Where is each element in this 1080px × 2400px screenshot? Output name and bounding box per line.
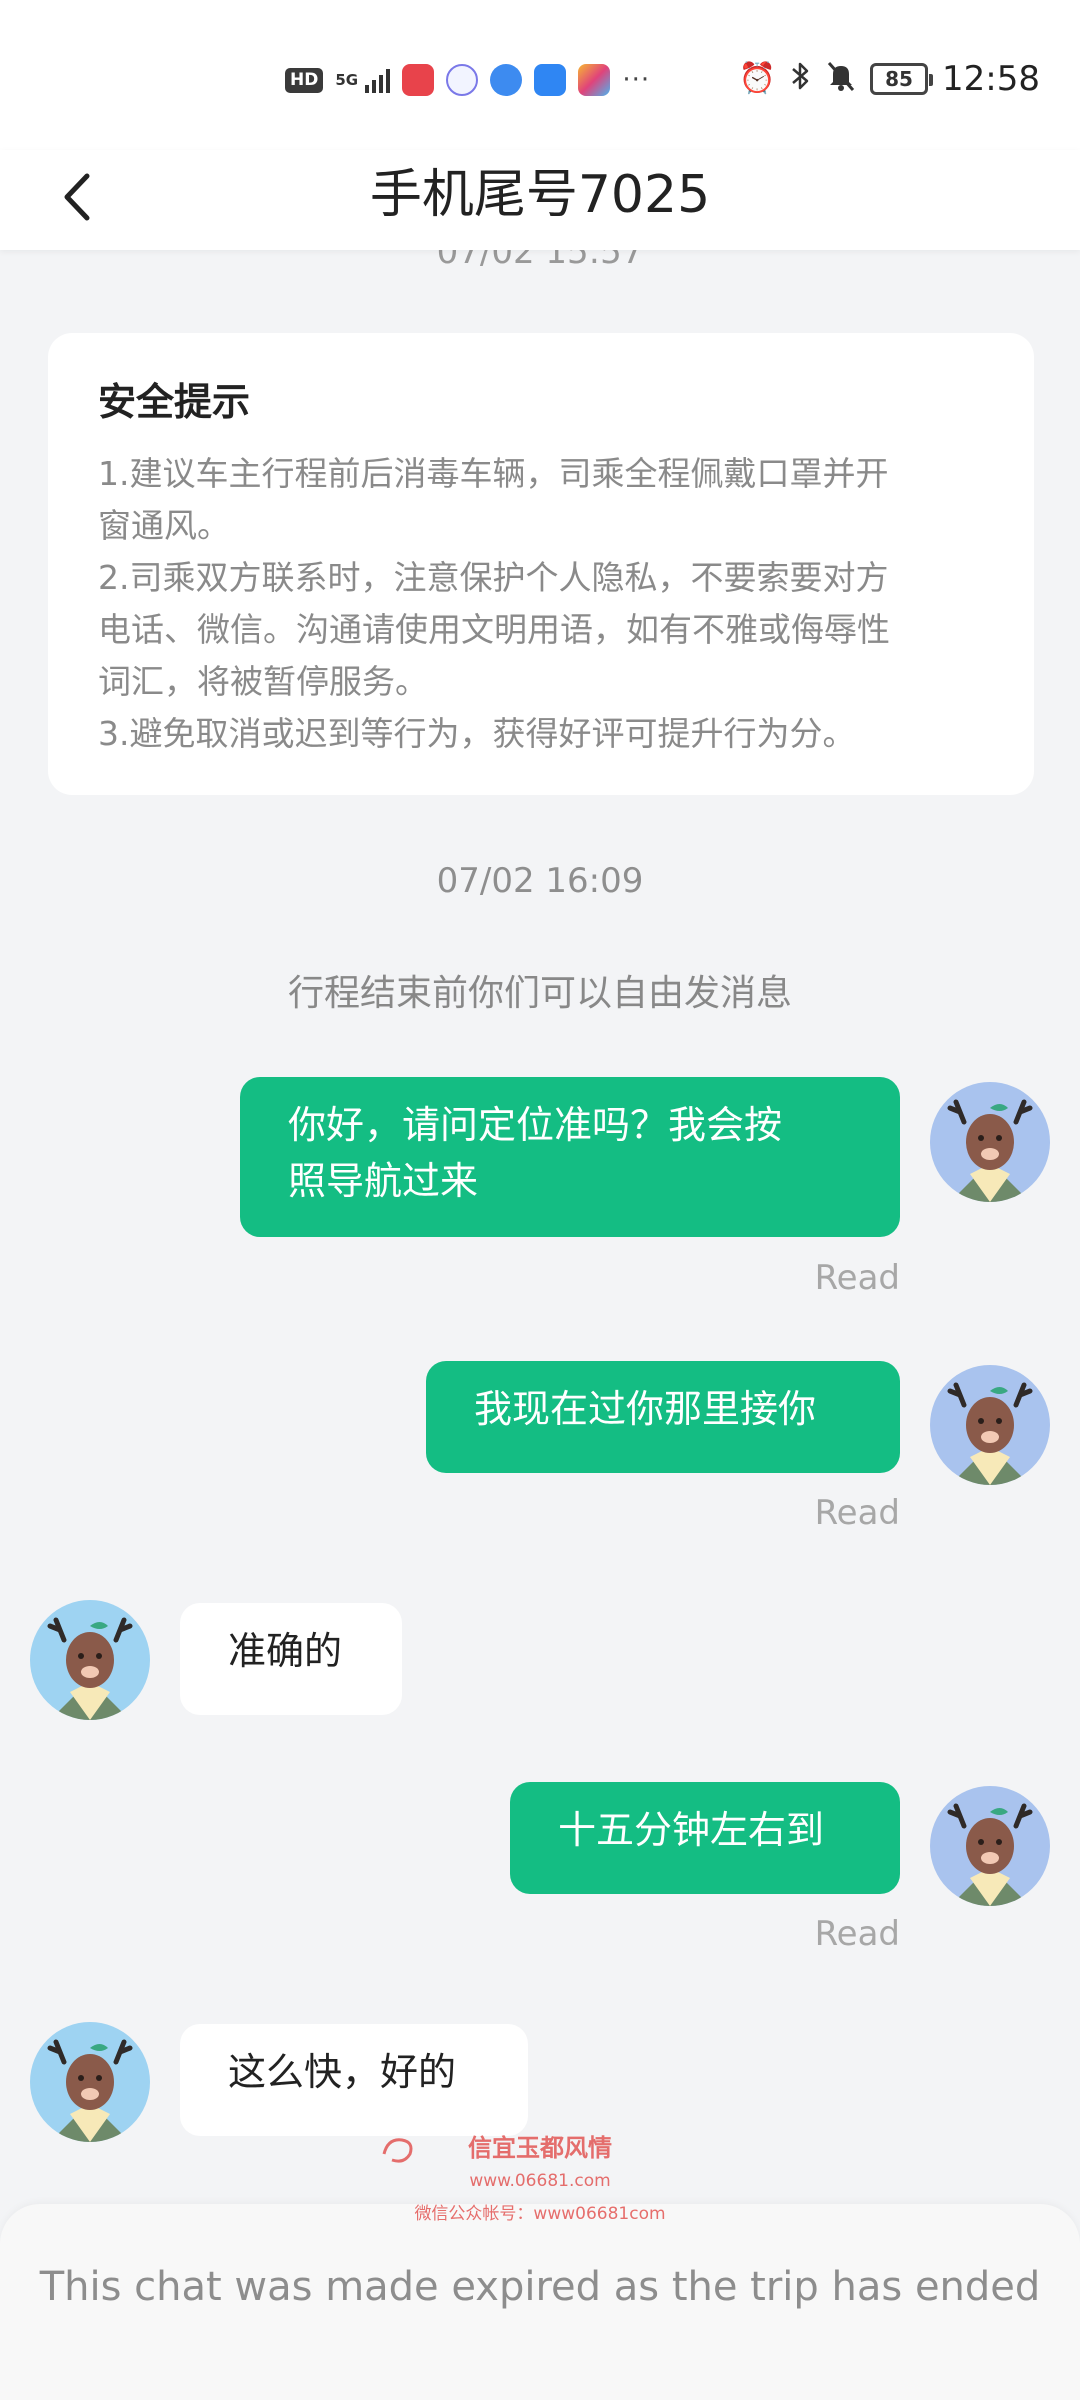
deer-avatar-icon	[47, 2039, 133, 2142]
avatar[interactable]	[930, 1365, 1050, 1485]
message-bubble-outgoing[interactable]: 我现在过你那里接你	[426, 1361, 900, 1473]
watermark-account: 微信公众帐号：www06681com	[414, 2204, 666, 2224]
avatar[interactable]	[930, 1082, 1050, 1202]
deer-avatar-icon	[947, 1382, 1033, 1485]
message-bubble-incoming[interactable]: 这么快，好的	[180, 2024, 528, 2136]
title-bar: 手机尾号7025	[0, 150, 1080, 250]
deer-avatar-icon	[947, 1803, 1033, 1906]
safety-tip-line: 3.避免取消或迟到等行为，获得好评可提升行为分。	[98, 714, 856, 753]
alarm-icon: ⏰	[738, 61, 777, 96]
message-line: 你好，请问定位准吗？我会按	[288, 1103, 783, 1147]
safety-tip-card: 安全提示 1.建议车主行程前后消毒车辆，司乘全程佩戴口罩并开 窗通风。 2.司乘…	[48, 333, 1034, 795]
chat-expired-footer: This chat was made expired as the trip h…	[0, 2204, 1080, 2400]
message-bubble-outgoing[interactable]: 十五分钟左右到	[510, 1782, 900, 1894]
mute-bell-icon	[826, 60, 856, 98]
read-status: Read	[814, 1258, 900, 1298]
chat-expired-text: This chat was made expired as the trip h…	[39, 2264, 1041, 2310]
message-line: 我现在过你那里接你	[474, 1387, 817, 1431]
safety-tip-line: 1.建议车主行程前后消毒车辆，司乘全程佩戴口罩并开	[98, 454, 889, 493]
read-status: Read	[814, 1914, 900, 1954]
read-status: Read	[814, 1493, 900, 1533]
deer-avatar-icon	[947, 1099, 1033, 1202]
message-line: 照导航过来	[288, 1159, 479, 1203]
more-notifications-icon: ···	[622, 65, 651, 95]
watermark-url: www.06681.com	[469, 2171, 611, 2191]
hd-badge: HD	[285, 67, 324, 93]
deer-avatar-icon	[47, 1617, 133, 1720]
safety-tip-title: 安全提示	[98, 380, 251, 424]
clock: 12:58	[942, 59, 1040, 99]
safety-tip-line: 词汇，将被暂停服务。	[98, 662, 428, 701]
status-right: ⏰ 85 12:58	[739, 56, 1040, 102]
avatar[interactable]	[930, 1786, 1050, 1906]
message-line: 这么快，好的	[228, 2050, 457, 2094]
browser-app-icon	[490, 64, 523, 96]
network-type: 5G	[335, 70, 359, 89]
bluetooth-icon	[790, 60, 812, 98]
books-app-icon	[402, 64, 435, 96]
avatar[interactable]	[30, 1600, 150, 1720]
message-bubble-outgoing[interactable]: 你好，请问定位准吗？我会按 照导航过来	[240, 1077, 900, 1237]
signal-icon	[365, 67, 391, 93]
page-title: 手机尾号7025	[369, 165, 711, 225]
weather-app-icon	[534, 64, 567, 96]
music-app-icon	[446, 64, 479, 96]
safety-tip-line: 2.司乘双方联系时，注意保护个人隐私，不要索要对方	[98, 558, 889, 597]
safety-tip-line: 电话、微信。沟通请使用文明用语，如有不雅或侮辱性	[98, 610, 890, 649]
message-bubble-incoming[interactable]: 准确的	[180, 1603, 402, 1715]
avatar[interactable]	[30, 2022, 150, 2142]
watermark: 信宜玉都风情 www.06681.com 微信公众帐号：www06681com	[382, 2128, 670, 2224]
safety-tip-line: 窗通风。	[98, 506, 230, 545]
battery-icon: 85	[870, 63, 934, 95]
gallery-app-icon	[578, 64, 611, 96]
status-bar: HD 5G ··· ⏰ 85 12:58	[0, 0, 1080, 150]
watermark-logo-icon	[382, 2138, 413, 2163]
message-line: 准确的	[228, 1629, 343, 1673]
system-notice: 行程结束前你们可以自由发消息	[287, 973, 792, 1014]
watermark-title: 信宜玉都风情	[468, 2134, 612, 2162]
message-line: 十五分钟左右到	[558, 1808, 825, 1852]
status-left: HD 5G ···	[285, 58, 650, 102]
timestamp: 07/02 16:09	[436, 861, 644, 901]
